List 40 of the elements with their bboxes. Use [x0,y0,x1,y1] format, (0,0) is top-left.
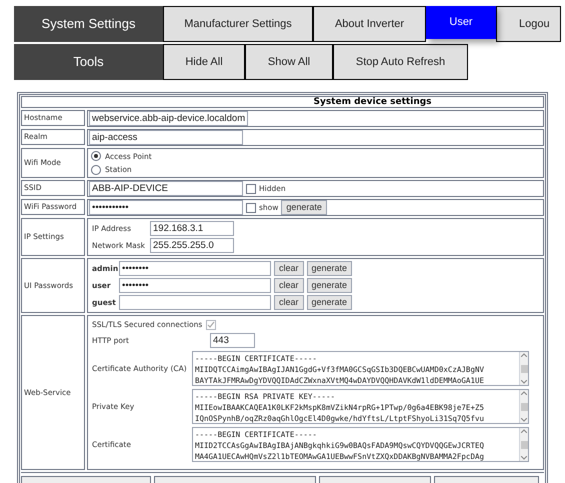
scroll-up-icon[interactable] [521,353,527,358]
toolbar-button[interactable]: Stop Auto Refresh [333,44,468,80]
input-field[interactable]: ABB-AIP-DEVICE [89,181,243,196]
checkbox[interactable] [246,184,256,194]
scrollbar[interactable] [519,428,528,462]
input-field[interactable]: 192.168.3.1 [150,221,234,236]
password-field[interactable]: •••••••• [119,261,271,276]
radio-button[interactable] [91,164,101,175]
nav-tab[interactable]: Logou [496,6,561,42]
form-button[interactable]: clear [274,278,304,293]
form-button[interactable]: generate [306,295,352,310]
nav-tab[interactable]: About Inverter [313,6,426,42]
scroll-up-icon[interactable] [521,391,527,396]
section-label: System Settings [14,6,163,42]
input-field[interactable]: 255.255.255.0 [150,238,234,253]
input-field[interactable]: 443 [210,333,255,348]
form-button[interactable]: clear [274,261,304,276]
scroll-down-icon[interactable] [521,380,527,384]
nav-tab[interactable]: User [426,6,496,39]
input-field[interactable]: webservice.abb-aip-device.localdom [89,111,248,126]
form-button[interactable]: clear [274,295,304,310]
toolbar-button[interactable]: Hide All [163,44,245,80]
scrollbar[interactable] [519,352,528,386]
scroll-down-icon[interactable] [521,456,527,460]
toolbar-button[interactable]: Show All [245,44,333,80]
checkbox[interactable] [246,202,256,212]
scrollbar[interactable] [519,390,528,424]
nav-tab[interactable]: Manufacturer Settings [163,6,313,42]
scroll-down-icon[interactable] [521,418,527,422]
input-field[interactable]: aip-access [89,130,243,145]
radio-button[interactable] [91,151,101,162]
password-field[interactable]: •••••••• [119,278,271,293]
table-title: System device settings [21,96,544,108]
section-label: Tools [14,44,163,80]
form-button[interactable]: generate [281,200,327,215]
password-field[interactable] [119,295,271,310]
form-button[interactable]: generate [306,278,352,293]
form-button[interactable]: generate [306,261,352,276]
scroll-up-icon[interactable] [521,429,527,434]
input-field[interactable]: ••••••••••• [89,200,243,215]
